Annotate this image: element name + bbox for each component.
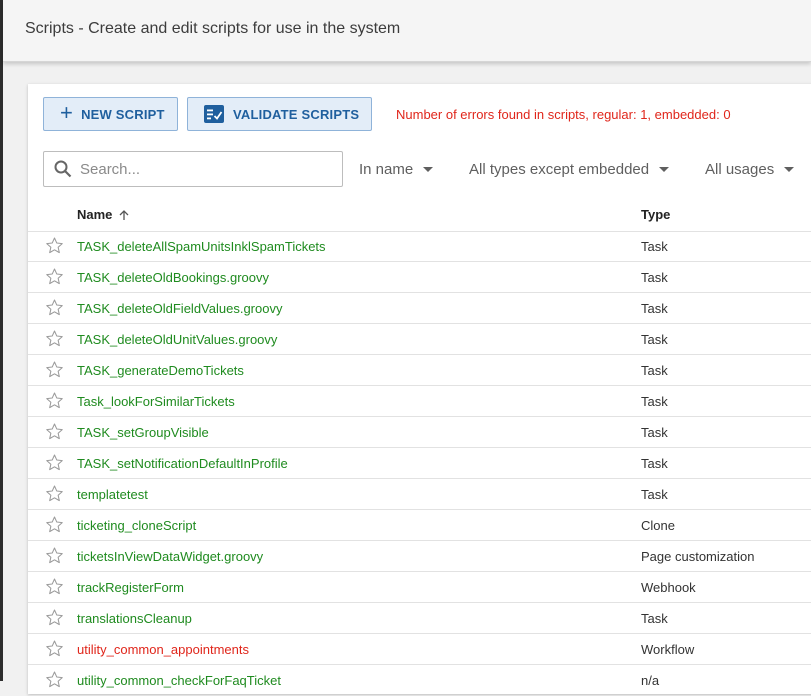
table-row[interactable]: ticketsInViewDataWidget.groovy Page custo… [28, 541, 811, 572]
star-icon[interactable] [45, 267, 64, 286]
table-row[interactable]: TASK_deleteOldFieldValues.groovy Task [28, 293, 811, 324]
table-row[interactable]: Task_lookForSimilarTickets Task [28, 386, 811, 417]
table-row[interactable]: templatetest Task [28, 479, 811, 510]
script-name-link[interactable]: translationsCleanup [77, 611, 192, 626]
type-filter-label: All types except embedded [469, 161, 650, 178]
script-type: Task [641, 363, 668, 378]
script-type: Task [641, 611, 668, 626]
script-name-link[interactable]: TASK_deleteOldUnitValues.groovy [77, 332, 277, 347]
script-name-link[interactable]: TASK_deleteAllSpamUnitsInklSpamTickets [77, 239, 326, 254]
table-header: Name Type [28, 196, 811, 232]
script-name-link[interactable]: TASK_generateDemoTickets [77, 363, 244, 378]
script-type: Workflow [641, 642, 695, 657]
search-icon [54, 160, 72, 178]
star-icon[interactable] [45, 515, 64, 534]
chevron-down-icon [659, 167, 670, 172]
table-row[interactable]: TASK_setGroupVisible Task [28, 417, 811, 448]
new-script-button[interactable]: + NEW SCRIPT [43, 97, 178, 131]
script-name-link[interactable]: TASK_setGroupVisible [77, 425, 209, 440]
table-row[interactable]: utility_common_appointments Workflow [28, 634, 811, 665]
script-type: Task [641, 394, 668, 409]
script-name-link[interactable]: templatetest [77, 487, 148, 502]
star-icon[interactable] [45, 546, 64, 565]
script-name-link[interactable]: utility_common_appointments [77, 642, 249, 657]
star-icon[interactable] [45, 639, 64, 658]
script-name-link[interactable]: ticketing_cloneScript [77, 518, 196, 533]
validate-scripts-button[interactable]: VALIDATE SCRIPTS [187, 97, 372, 131]
page-title: Scripts - Create and edit scripts for us… [25, 20, 401, 37]
script-type: Webhook [641, 580, 696, 595]
table-row[interactable]: TASK_setNotificationDefaultInProfile Task [28, 448, 811, 479]
star-icon[interactable] [45, 577, 64, 596]
errors-message: Number of errors found in scripts, regul… [396, 107, 731, 122]
usage-filter-dropdown[interactable]: All usages [705, 161, 795, 178]
table-row[interactable]: TASK_deleteOldBookings.groovy Task [28, 262, 811, 293]
type-filter-dropdown[interactable]: All types except embedded [469, 161, 670, 178]
star-icon[interactable] [45, 484, 64, 503]
star-icon[interactable] [45, 298, 64, 317]
script-name-link[interactable]: TASK_deleteOldBookings.groovy [77, 270, 269, 285]
name-column-header[interactable]: Name [77, 207, 130, 222]
page-header: Scripts - Create and edit scripts for us… [3, 0, 811, 62]
usage-filter-label: All usages [705, 161, 775, 178]
checklist-icon [204, 105, 224, 123]
star-icon[interactable] [45, 391, 64, 410]
scripts-panel: + NEW SCRIPT VALIDATE SCRIPTS Number of … [28, 84, 811, 696]
table-row[interactable]: trackRegisterForm Webhook [28, 572, 811, 603]
table-row[interactable]: translationsCleanup Task [28, 603, 811, 634]
chevron-down-icon [423, 167, 434, 172]
script-type: Task [641, 301, 668, 316]
plus-icon: + [60, 100, 74, 125]
script-type: Page customization [641, 549, 755, 564]
script-name-link[interactable]: ticketsInViewDataWidget.groovy [77, 549, 263, 564]
star-icon[interactable] [45, 236, 64, 255]
chevron-down-icon [784, 167, 795, 172]
validate-scripts-label: VALIDATE SCRIPTS [233, 106, 360, 122]
star-icon[interactable] [45, 453, 64, 472]
script-type: Task [641, 239, 668, 254]
type-column-header: Type [641, 207, 671, 222]
star-icon[interactable] [45, 329, 64, 348]
script-name-link[interactable]: TASK_setNotificationDefaultInProfile [77, 456, 288, 471]
script-type: Task [641, 332, 668, 347]
search-box [43, 151, 343, 187]
left-rail [0, 0, 3, 681]
table-row[interactable]: ticketing_cloneScript Clone [28, 510, 811, 541]
table-row[interactable]: TASK_deleteAllSpamUnitsInklSpamTickets Ta… [28, 231, 811, 262]
scope-filter-label: In name [359, 161, 414, 178]
script-type: Task [641, 425, 668, 440]
sort-ascending-icon [119, 209, 129, 220]
new-script-label: NEW SCRIPT [81, 106, 165, 122]
script-name-link[interactable]: TASK_deleteOldFieldValues.groovy [77, 301, 282, 316]
script-type: Clone [641, 518, 675, 533]
search-input[interactable] [80, 160, 330, 178]
table-row[interactable]: TASK_deleteOldUnitValues.groovy Task [28, 324, 811, 355]
star-icon[interactable] [45, 670, 64, 689]
star-icon[interactable] [45, 608, 64, 627]
star-icon[interactable] [45, 360, 64, 379]
script-name-link[interactable]: trackRegisterForm [77, 580, 184, 595]
scripts-table-body: TASK_deleteAllSpamUnitsInklSpamTickets Ta… [28, 231, 811, 696]
star-icon[interactable] [45, 422, 64, 441]
scope-filter-dropdown[interactable]: In name [359, 161, 434, 178]
script-type: Task [641, 487, 668, 502]
script-type: Task [641, 270, 668, 285]
table-row[interactable]: TASK_generateDemoTickets Task [28, 355, 811, 386]
script-name-link[interactable]: Task_lookForSimilarTickets [77, 394, 235, 409]
script-type: Task [641, 456, 668, 471]
name-column-label: Name [77, 207, 113, 222]
